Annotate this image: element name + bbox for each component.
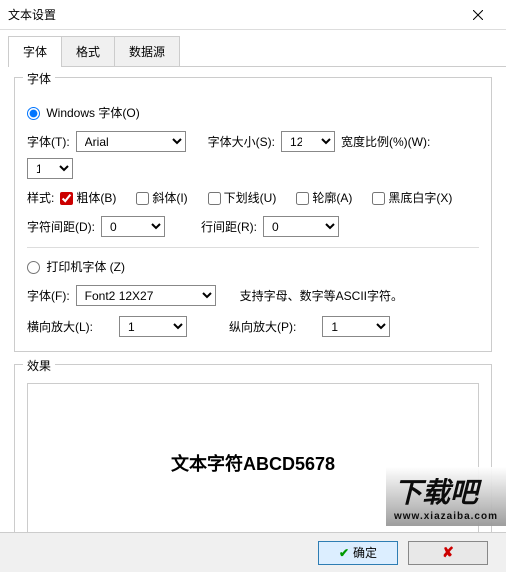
bold-checkbox-label[interactable]: 粗体(B) bbox=[60, 189, 116, 206]
ascii-note: 支持字母、数字等ASCII字符。 bbox=[240, 287, 403, 304]
outline-checkbox-label[interactable]: 轮廓(A) bbox=[296, 189, 352, 206]
width-label: 宽度比例(%)(W): bbox=[341, 133, 430, 150]
linespacing-select[interactable]: 0 bbox=[263, 216, 339, 237]
watermark-big: 下载吧 bbox=[394, 477, 478, 508]
watermark: 下载吧 www.xiazaiba.com bbox=[386, 467, 506, 526]
preview-text: 文本字符ABCD5678 bbox=[171, 450, 335, 476]
printer-font-radio-label[interactable]: 打印机字体 (Z) bbox=[27, 258, 125, 275]
inverse-checkbox-label[interactable]: 黑底白字(X) bbox=[372, 189, 452, 206]
underline-checkbox-label[interactable]: 下划线(U) bbox=[208, 189, 277, 206]
windows-font-radio[interactable] bbox=[27, 107, 40, 120]
check-icon: ✔ bbox=[339, 546, 349, 560]
bold-checkbox[interactable] bbox=[60, 192, 73, 205]
button-bar: ✔ 确定 ✘ bbox=[0, 532, 506, 572]
font2-select[interactable]: Font2 12X27 bbox=[76, 285, 216, 306]
italic-checkbox-label[interactable]: 斜体(I) bbox=[136, 189, 187, 206]
window-title: 文本设置 bbox=[8, 6, 56, 23]
close-button[interactable] bbox=[458, 1, 498, 29]
underline-checkbox[interactable] bbox=[208, 192, 221, 205]
outline-checkbox[interactable] bbox=[296, 192, 309, 205]
cancel-button[interactable]: ✘ bbox=[408, 541, 488, 565]
close-icon bbox=[473, 10, 483, 20]
watermark-small: www.xiazaiba.com bbox=[394, 511, 498, 522]
font2-label: 字体(F): bbox=[27, 287, 70, 304]
style-label: 样式: bbox=[27, 189, 54, 206]
tab-font[interactable]: 字体 bbox=[8, 36, 62, 66]
font-label: 字体(T): bbox=[27, 133, 70, 150]
font-select[interactable]: Arial bbox=[76, 131, 186, 152]
width-select[interactable]: 100 bbox=[27, 158, 73, 179]
printer-font-text: 打印机字体 (Z) bbox=[46, 260, 125, 274]
windows-font-radio-label[interactable]: Windows 字体(O) bbox=[27, 104, 140, 121]
hzoom-select[interactable]: 1 bbox=[119, 316, 187, 337]
tab-datasource[interactable]: 数据源 bbox=[114, 36, 180, 66]
vzoom-label: 纵向放大(P): bbox=[229, 318, 296, 335]
ok-button[interactable]: ✔ 确定 bbox=[318, 541, 398, 565]
inverse-checkbox[interactable] bbox=[372, 192, 385, 205]
windows-font-text: Windows 字体(O) bbox=[46, 106, 139, 120]
printer-font-radio[interactable] bbox=[27, 261, 40, 274]
tabs: 字体 格式 数据源 bbox=[8, 36, 506, 67]
effect-legend: 效果 bbox=[23, 357, 55, 374]
vzoom-select[interactable]: 1 bbox=[322, 316, 390, 337]
charspacing-label: 字符间距(D): bbox=[27, 218, 95, 235]
hzoom-label: 横向放大(L): bbox=[27, 318, 93, 335]
font-fieldset: 字体 Windows 字体(O) 字体(T): Arial 字体大小(S): 1… bbox=[14, 77, 492, 352]
tab-format[interactable]: 格式 bbox=[61, 36, 115, 66]
charspacing-select[interactable]: 0 bbox=[101, 216, 165, 237]
size-select[interactable]: 12 bbox=[281, 131, 335, 152]
italic-checkbox[interactable] bbox=[136, 192, 149, 205]
font-legend: 字体 bbox=[23, 70, 55, 87]
linespacing-label: 行间距(R): bbox=[201, 218, 257, 235]
divider bbox=[27, 247, 479, 248]
ok-label: 确定 bbox=[353, 544, 377, 561]
size-label: 字体大小(S): bbox=[208, 133, 275, 150]
x-icon: ✘ bbox=[442, 544, 454, 561]
